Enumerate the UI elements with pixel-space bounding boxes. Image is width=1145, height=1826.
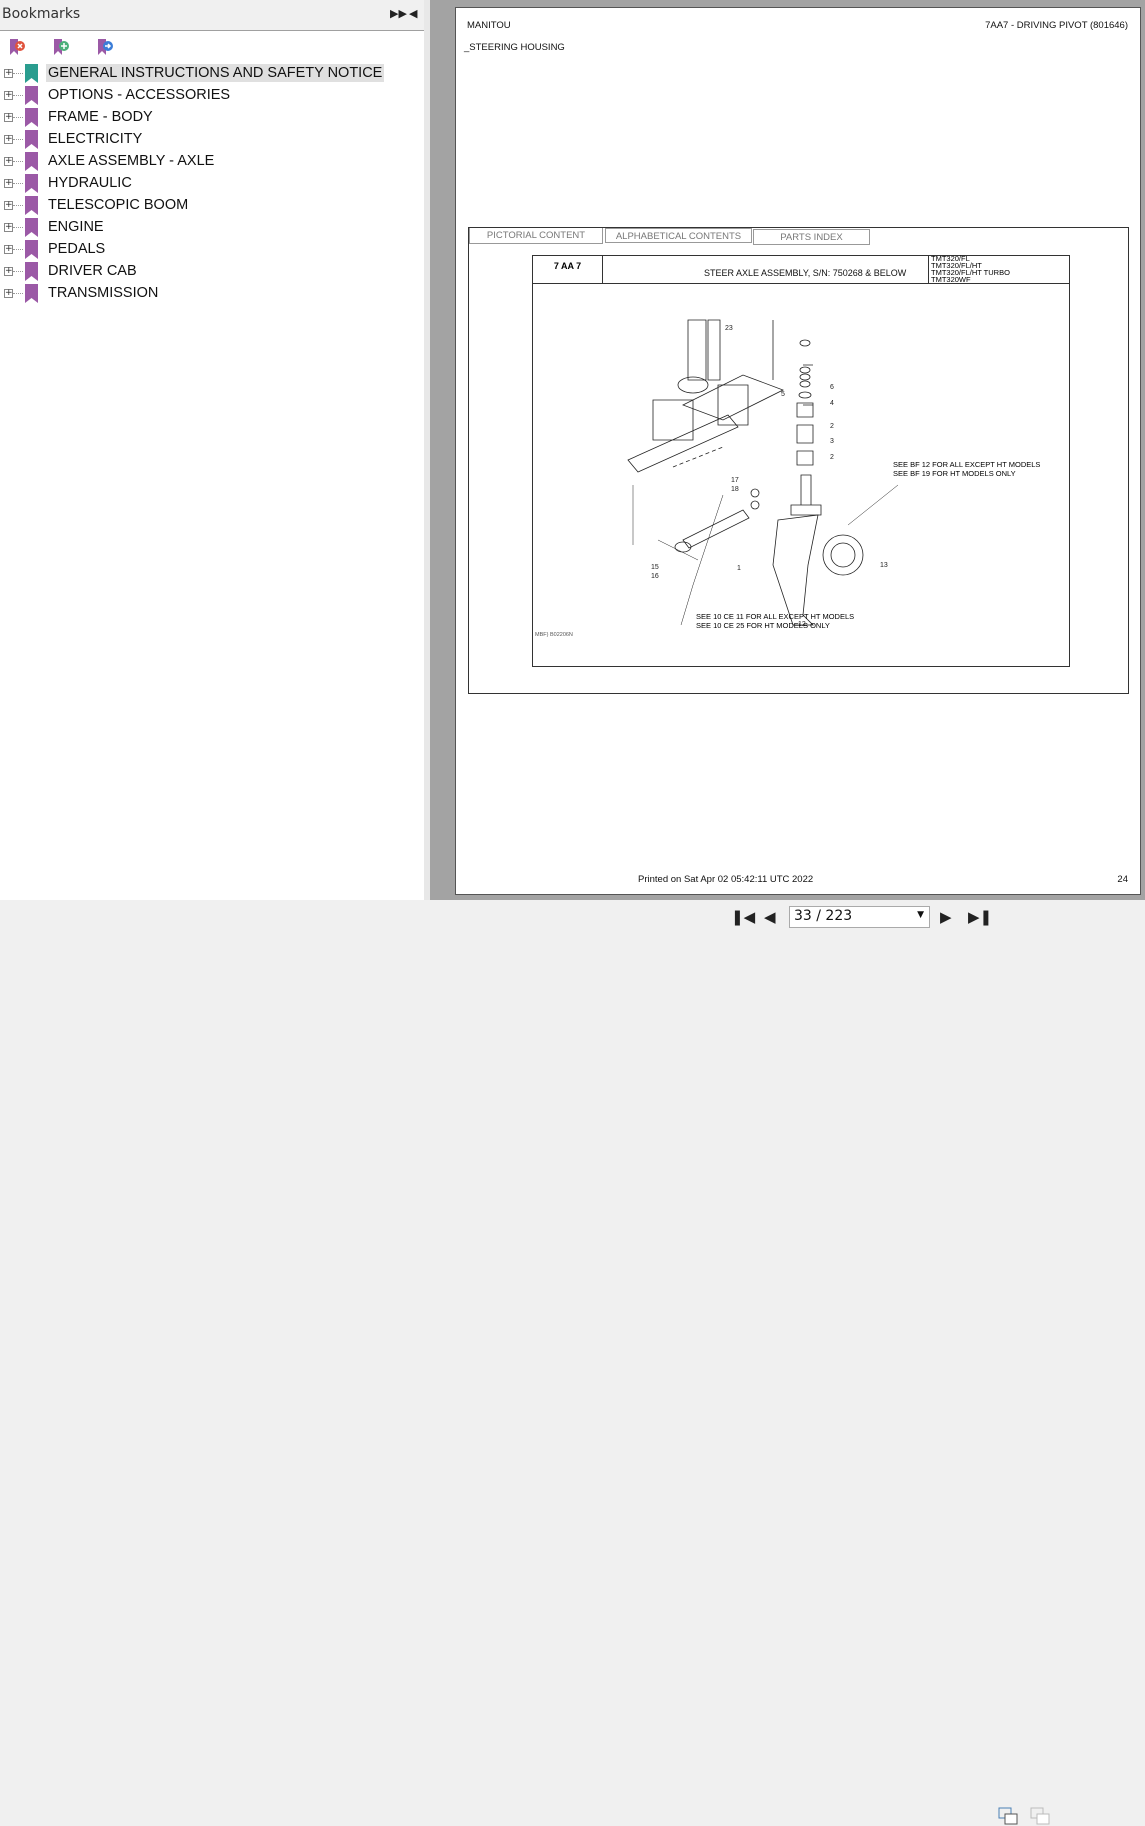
bookmark-label: AXLE ASSEMBLY - AXLE <box>48 153 215 169</box>
part-label: 2 <box>830 423 834 430</box>
part-label: 13 <box>880 562 888 569</box>
bookmark-icon <box>25 108 38 127</box>
note-ce-25: SEE 10 CE 25 FOR HT MODELS ONLY <box>696 621 830 630</box>
tab-pictorial-content[interactable]: PICTORIAL CONTENT <box>469 228 603 244</box>
bookmark-item[interactable]: + TRANSMISSION <box>0 283 424 305</box>
page-number-select[interactable]: 33 / 223 ▼ <box>789 906 930 928</box>
bookmark-icon <box>25 218 38 237</box>
bookmark-icon <box>25 240 38 259</box>
note-bf-19: SEE BF 19 FOR HT MODELS ONLY <box>893 469 1016 478</box>
next-page-icon[interactable]: ▶ <box>940 908 952 926</box>
bookmark-icon <box>25 64 38 83</box>
fit-page-icon[interactable] <box>998 1806 1020 1826</box>
note-bf-12: SEE BF 12 FOR ALL EXCEPT HT MODELS <box>893 460 1040 469</box>
part-label: 3 <box>830 438 834 445</box>
bookmark-icon <box>25 284 38 303</box>
bookmark-label: HYDRAULIC <box>48 175 132 191</box>
bookmark-item[interactable]: + PEDALS <box>0 239 424 261</box>
bookmark-label: PEDALS <box>48 241 106 257</box>
bookmark-item[interactable]: + ELECTRICITY <box>0 129 424 151</box>
expand-icon[interactable]: + <box>4 223 13 232</box>
collapse-panel-icon[interactable]: ◀ <box>409 7 417 20</box>
bookmark-icon <box>25 262 38 281</box>
bookmark-item[interactable]: + DRIVER CAB <box>0 261 424 283</box>
bookmark-icon <box>25 196 38 215</box>
bookmarks-title: Bookmarks <box>2 6 81 22</box>
bookmark-label: TELESCOPIC BOOM <box>48 197 189 213</box>
bookmarks-panel: Bookmarks ▶▶ ◀ + GENERAL INSTRUCTIONS AND… <box>0 0 424 900</box>
bookmark-icon <box>25 86 38 105</box>
part-label: 1 <box>737 565 741 572</box>
expand-icon[interactable]: + <box>4 179 13 188</box>
expand-icon[interactable]: + <box>4 289 13 298</box>
part-label: 18 <box>731 486 739 493</box>
bookmark-item[interactable]: + ENGINE <box>0 217 424 239</box>
bookmark-item[interactable]: + OPTIONS - ACCESSORIES <box>0 85 424 107</box>
bookmark-label: TRANSMISSION <box>48 285 159 301</box>
bookmark-label: GENERAL INSTRUCTIONS AND SAFETY NOTICE <box>46 64 385 82</box>
expand-icon[interactable]: + <box>4 267 13 276</box>
bookmark-item[interactable]: + HYDRAULIC <box>0 173 424 195</box>
expand-icon[interactable]: + <box>4 157 13 166</box>
expand-icon[interactable]: + <box>4 113 13 122</box>
bookmark-label: OPTIONS - ACCESSORIES <box>48 87 231 103</box>
part-label: 15 <box>651 564 659 571</box>
page-number: 24 <box>1117 874 1128 885</box>
last-page-icon[interactable]: ▶❚ <box>968 908 992 926</box>
bookmark-icon <box>25 174 38 193</box>
drawing-ref: MBF) B02206N <box>535 632 573 638</box>
part-label: 16 <box>651 573 659 580</box>
drawing-frame: 7 AA 7 STEER AXLE ASSEMBLY, S/N: 750268 … <box>532 255 1070 667</box>
expand-icon[interactable]: + <box>4 135 13 144</box>
bookmark-label: ELECTRICITY <box>48 131 143 147</box>
bookmark-label: FRAME - BODY <box>48 109 153 125</box>
bookmark-label: DRIVER CAB <box>48 263 137 279</box>
catalog-frame: PICTORIAL CONTENT ALPHABETICAL CONTENTS … <box>468 227 1129 694</box>
exploded-parts-diagram: 236542321718115161213 SEE BF 12 FOR ALL … <box>535 319 1040 638</box>
part-label: 2 <box>830 454 834 461</box>
dropdown-arrow-icon: ▼ <box>917 910 924 920</box>
subtitle: _STEERING HOUSING <box>464 42 565 53</box>
bookmark-item[interactable]: + AXLE ASSEMBLY - AXLE <box>0 151 424 173</box>
bookmark-item[interactable]: + TELESCOPIC BOOM <box>0 195 424 217</box>
part-label: 17 <box>731 477 739 484</box>
navigation-bar: ❚◀ ◀ ▶ ▶❚ <box>0 900 1145 1825</box>
bookmarks-header: Bookmarks ▶▶ ◀ <box>0 0 424 31</box>
bookmark-item[interactable]: + GENERAL INSTRUCTIONS AND SAFETY NOTICE <box>0 63 424 85</box>
bookmark-label: ENGINE <box>48 219 104 235</box>
section-code: 7 AA 7 <box>533 256 603 284</box>
section-title: 7AA7 - DRIVING PIVOT (801646) <box>985 20 1128 31</box>
model-list: TMT320/FL TMT320/FL/HT TMT320/FL/HT TURBO T… <box>931 254 1010 284</box>
part-label: 4 <box>830 400 834 407</box>
previous-page-icon[interactable]: ◀ <box>764 908 776 926</box>
bookmark-icon <box>25 130 38 149</box>
assembly-title: STEER AXLE ASSEMBLY, S/N: 750268 & BELOW <box>704 268 907 278</box>
part-label: 5 <box>781 391 785 398</box>
part-label: 23 <box>725 325 733 332</box>
expand-icon[interactable]: + <box>4 69 13 78</box>
part-label: 6 <box>830 384 834 391</box>
expand-icon[interactable]: + <box>4 91 13 100</box>
pdf-page: MANITOU 7AA7 - DRIVING PIVOT (801646) _S… <box>455 7 1141 895</box>
expand-icon[interactable]: + <box>4 245 13 254</box>
bookmark-icon <box>25 152 38 171</box>
first-page-icon[interactable]: ❚◀ <box>731 908 755 926</box>
delete-bookmark-icon[interactable] <box>8 37 28 57</box>
goto-bookmark-icon[interactable] <box>96 37 116 57</box>
printed-date: Printed on Sat Apr 02 05:42:11 UTC 2022 <box>638 874 814 885</box>
brand: MANITOU <box>467 20 511 31</box>
note-ce-11: SEE 10 CE 11 FOR ALL EXCEPT HT MODELS <box>696 612 854 621</box>
expand-icon[interactable]: + <box>4 201 13 210</box>
tab-parts-index[interactable]: PARTS INDEX <box>753 229 870 245</box>
bookmark-item[interactable]: + FRAME - BODY <box>0 107 424 129</box>
fit-width-icon[interactable] <box>1030 1806 1052 1826</box>
add-bookmark-icon[interactable] <box>52 37 72 57</box>
expand-panel-icon[interactable]: ▶▶ <box>390 7 407 20</box>
tab-alphabetical-contents[interactable]: ALPHABETICAL CONTENTS <box>605 228 752 243</box>
